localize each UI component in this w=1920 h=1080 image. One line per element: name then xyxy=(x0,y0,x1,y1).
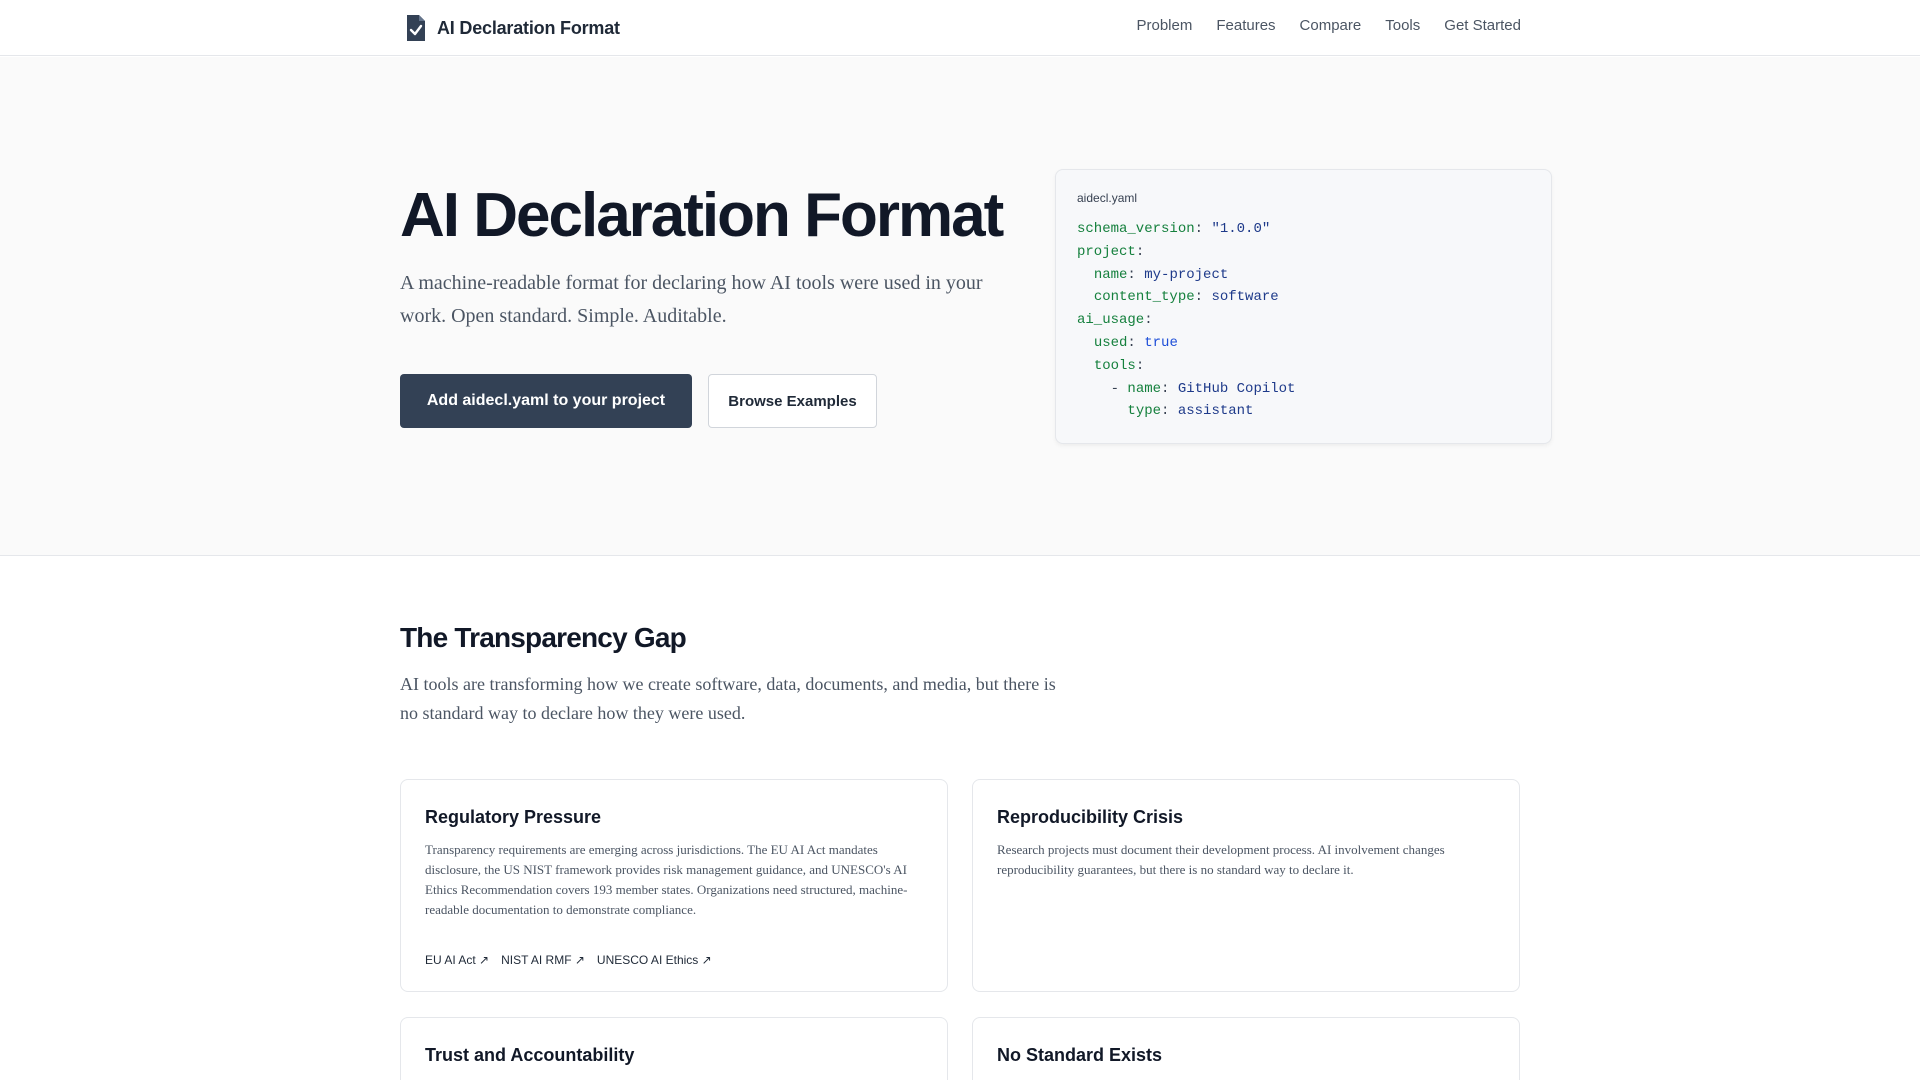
hero-title: AI Declaration Format xyxy=(400,181,1004,250)
code-key: schema_version xyxy=(1077,221,1195,237)
nav-link-tools[interactable]: Tools xyxy=(1385,17,1420,34)
hero-subtitle: A machine-readable format for declaring … xyxy=(400,272,983,327)
code-colon: : xyxy=(1144,312,1153,329)
link-nist-ai-rmf[interactable]: NIST AI RMF ↗ xyxy=(501,953,585,967)
code-line: - name: GitHub Copilot xyxy=(1077,378,1296,401)
code-colon: : xyxy=(1194,221,1212,237)
code-value: "1.0.0" xyxy=(1211,221,1271,237)
link-eu-ai-act[interactable]: EU AI Act ↗ xyxy=(425,953,489,967)
code-indent: - xyxy=(1077,380,1128,397)
code-key: name xyxy=(1093,266,1128,283)
code-colon: : xyxy=(1127,266,1145,283)
code-colon: : xyxy=(1135,357,1145,374)
card-reproducibility-crisis: Reproducibility Crisis Research projects… xyxy=(972,779,1520,992)
code-key: tools xyxy=(1093,357,1136,374)
code-colon: : xyxy=(1161,403,1178,420)
code-value: true xyxy=(1144,334,1178,351)
nav-link-features[interactable]: Features xyxy=(1216,17,1275,34)
code-line: name: my-project xyxy=(1077,264,1295,287)
code-line: ai_usage: xyxy=(1077,309,1295,332)
nav-link-compare[interactable]: Compare xyxy=(1300,17,1362,34)
main-nav: Problem Features Compare Tools Get Start… xyxy=(1136,17,1521,34)
card-links: EU AI Act ↗ NIST AI RMF ↗ UNESCO AI Ethi… xyxy=(425,953,712,967)
section-subtitle: AI tools are transforming how we create … xyxy=(400,674,1056,723)
code-key: name xyxy=(1127,380,1162,397)
card-regulatory-pressure: Regulatory Pressure Transparency require… xyxy=(400,779,948,992)
code-key: used xyxy=(1093,334,1128,351)
card-title: Trust and Accountability xyxy=(425,1045,635,1065)
code-line: content_type: software xyxy=(1077,286,1295,309)
card-title: Reproducibility Crisis xyxy=(997,807,1184,827)
yaml-code-card: aidecl.yaml schema_version: "1.0.0" proje… xyxy=(1055,169,1552,444)
code-key: project xyxy=(1077,243,1136,260)
card-title: Regulatory Pressure xyxy=(425,807,602,827)
card-no-standard: No Standard Exists xyxy=(972,1017,1520,1080)
code-value: GitHub Copilot xyxy=(1177,380,1296,397)
code-value: my-project xyxy=(1144,266,1229,283)
top-navigation-bar: AI Declaration Format Problem Features C… xyxy=(0,0,1920,56)
card-text: Research projects must document their de… xyxy=(997,842,1445,877)
brand-name: AI Declaration Format xyxy=(437,17,620,38)
code-line: tools: xyxy=(1077,355,1295,378)
card-trust-accountability: Trust and Accountability xyxy=(400,1017,948,1080)
code-key: ai_usage xyxy=(1077,312,1145,329)
code-filename: aidecl.yaml xyxy=(1077,191,1138,205)
code-colon: : xyxy=(1135,243,1145,260)
browse-examples-button[interactable]: Browse Examples xyxy=(708,374,877,428)
code-line: schema_version: "1.0.0" xyxy=(1077,218,1295,241)
code-line: used: true xyxy=(1077,332,1295,355)
brand-link[interactable]: AI Declaration Format xyxy=(405,13,620,43)
code-key: content_type xyxy=(1093,289,1195,306)
code-colon: : xyxy=(1161,380,1178,397)
card-title: No Standard Exists xyxy=(997,1045,1163,1065)
nav-link-problem[interactable]: Problem xyxy=(1136,17,1192,34)
add-aidecl-button[interactable]: Add aidecl.yaml to your project xyxy=(400,374,692,428)
card-text: Transparency requirements are emerging a… xyxy=(425,842,908,917)
link-unesco-ai-ethics[interactable]: UNESCO AI Ethics ↗ xyxy=(597,953,712,967)
section-title: The Transparency Gap xyxy=(400,622,687,653)
document-check-icon xyxy=(407,15,425,41)
nav-link-get-started[interactable]: Get Started xyxy=(1444,17,1521,34)
code-value: software xyxy=(1211,289,1279,306)
yaml-code-block: schema_version: "1.0.0" project: name: my… xyxy=(1077,218,1295,423)
code-value: assistant xyxy=(1177,403,1254,420)
code-key: type xyxy=(1127,403,1162,420)
code-colon: : xyxy=(1127,334,1145,351)
code-line: project: xyxy=(1077,241,1295,264)
code-line: type: assistant xyxy=(1077,400,1295,423)
code-colon: : xyxy=(1194,289,1212,306)
hero-section: AI Declaration Format A machine-readable… xyxy=(0,57,1920,556)
